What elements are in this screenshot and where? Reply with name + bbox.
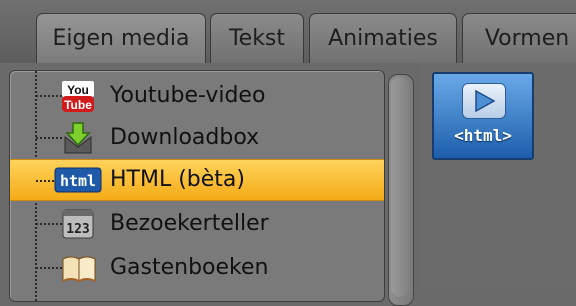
list-item-label: HTML (bèta) xyxy=(110,167,245,192)
tree-branch xyxy=(36,267,62,269)
tab-tekst[interactable]: Tekst xyxy=(210,13,304,63)
counter-icon: 123 xyxy=(61,208,95,239)
html-icon: html xyxy=(54,166,102,196)
tile-label: <html> xyxy=(454,126,512,145)
download-icon xyxy=(61,121,95,154)
tab-bar: Eigen media Tekst Animaties Vormen xyxy=(0,0,576,63)
html-element-tile[interactable]: <html> xyxy=(432,72,534,160)
book-icon xyxy=(61,253,96,283)
scrollbar-thumb[interactable] xyxy=(391,77,409,297)
element-list-panel: You Tube Youtube-video Downloadbox html … xyxy=(9,70,385,302)
svg-text:You: You xyxy=(67,83,89,97)
list-item-bezoekerteller[interactable]: 123 Bezoekerteller xyxy=(10,203,384,245)
list-item-html-beta[interactable]: html HTML (bèta) xyxy=(10,159,384,201)
youtube-icon: You Tube xyxy=(61,81,95,112)
list-item-gastenboeken[interactable]: Gastenboeken xyxy=(10,247,384,289)
html-play-icon xyxy=(462,83,506,119)
tree-branch xyxy=(36,137,62,139)
svg-text:Tube: Tube xyxy=(64,98,92,112)
tab-eigen-media[interactable]: Eigen media xyxy=(36,13,206,63)
list-item-label: Gastenboeken xyxy=(110,255,269,280)
svg-text:html: html xyxy=(60,172,96,190)
list-item-label: Downloadbox xyxy=(110,125,260,150)
tree-branch xyxy=(36,95,62,97)
tab-animaties[interactable]: Animaties xyxy=(309,13,457,63)
tree-branch xyxy=(36,223,62,225)
list-item-youtube-video[interactable]: You Tube Youtube-video xyxy=(10,75,384,117)
list-item-downloadbox[interactable]: Downloadbox xyxy=(10,117,384,159)
svg-text:123: 123 xyxy=(66,222,89,237)
list-scrollbar[interactable] xyxy=(388,74,414,306)
list-item-label: Youtube-video xyxy=(110,83,266,108)
list-item-label: Bezoekerteller xyxy=(110,211,269,236)
tab-vormen[interactable]: Vormen xyxy=(462,13,576,63)
